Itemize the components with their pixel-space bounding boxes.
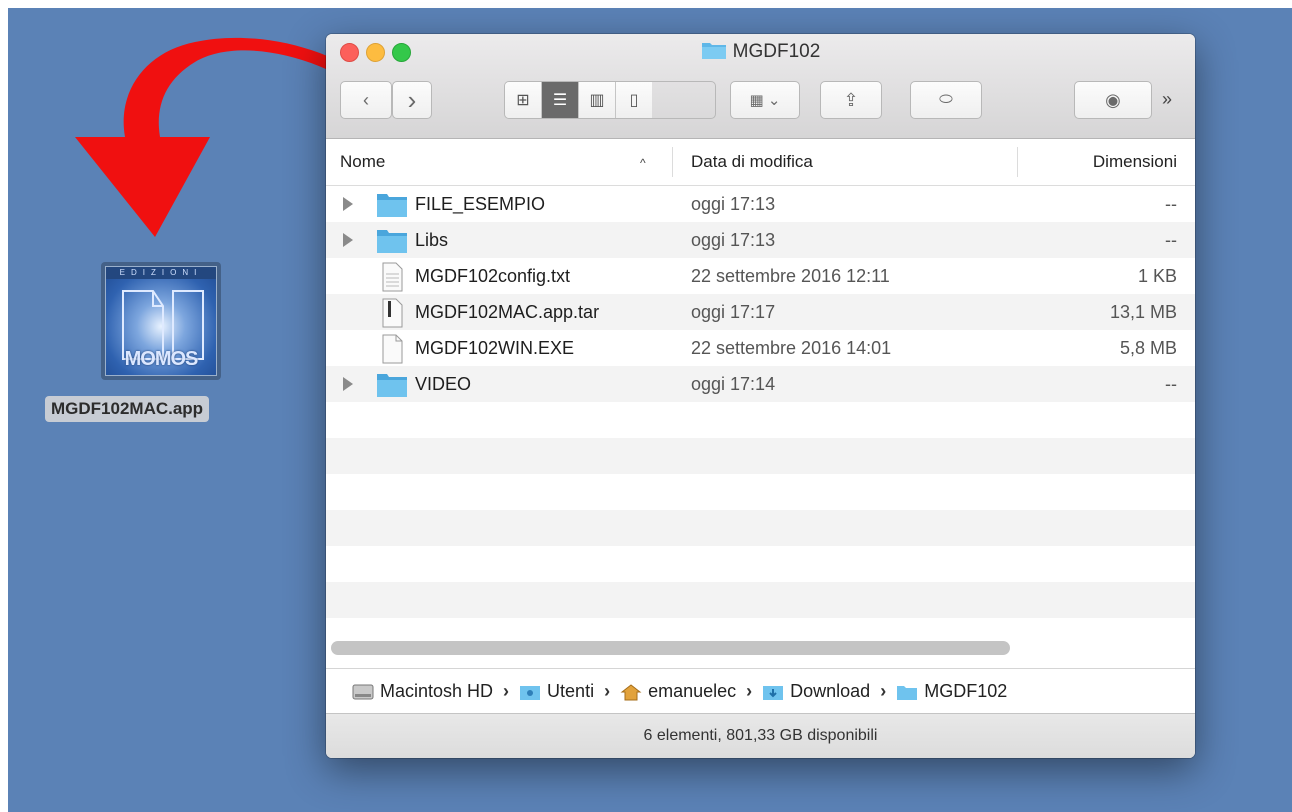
file-row[interactable]: MGDF102MAC.app.tar oggi 17:17 13,1 MB (326, 294, 1195, 330)
forward-button[interactable]: › (392, 81, 432, 119)
file-size: -- (1165, 374, 1177, 394)
app-icon-logo: MOMOS (124, 348, 199, 370)
arrange-button[interactable]: ▦ ⌄ (730, 81, 800, 119)
file-row[interactable]: MGDF102WIN.EXE 22 settembre 2016 14:01 5… (326, 330, 1195, 366)
path-item-download[interactable]: Download (790, 681, 870, 702)
empty-row (326, 546, 1195, 582)
text-file-icon (382, 262, 403, 292)
window-title: MGDF102 (326, 40, 1195, 63)
column-size-header[interactable]: Dimensioni (1093, 152, 1177, 172)
finder-window: MGDF102 ‹ › ⊞ ☰ ▥ ▯ ▦ ⌄ ⇪ ⬭ ◉ » Nome ^ D… (326, 34, 1195, 758)
status-bar: 6 elementi, 801,33 GB disponibili (326, 713, 1195, 758)
list-view-button[interactable]: ☰ (542, 82, 579, 118)
users-folder-icon (520, 685, 541, 700)
column-header: Nome ^ Data di modifica Dimensioni (326, 139, 1195, 186)
file-size: 13,1 MB (1109, 302, 1177, 322)
file-name: VIDEO (415, 374, 472, 394)
file-list: FILE_ESEMPIO oggi 17:13 -- Libs oggi 17:… (326, 186, 1195, 671)
path-item-home[interactable]: emanuelec (648, 681, 736, 702)
file-date: 22 settembre 2016 12:11 (691, 266, 890, 286)
path-item-users[interactable]: Utenti (547, 681, 594, 702)
path-item-current[interactable]: MGDF102 (924, 681, 1007, 702)
file-name: MGDF102config.txt (415, 266, 571, 286)
column-view-button[interactable]: ▥ (579, 82, 616, 118)
file-row[interactable]: MGDF102config.txt 22 settembre 2016 12:1… (326, 258, 1195, 294)
file-date: 22 settembre 2016 14:01 (691, 338, 892, 358)
file-date: oggi 17:13 (691, 230, 776, 250)
coverflow-view-button[interactable]: ▯ (616, 82, 652, 118)
file-date: oggi 17:13 (691, 194, 776, 214)
empty-row (326, 438, 1195, 474)
downloads-folder-icon (763, 685, 784, 700)
folder-icon (377, 230, 407, 253)
file-date: oggi 17:14 (691, 374, 776, 394)
back-button[interactable]: ‹ (340, 81, 392, 119)
file-name: Libs (415, 230, 449, 250)
archive-file-icon (382, 298, 403, 328)
horizontal-scrollbar[interactable] (331, 641, 1010, 655)
hard-drive-icon (352, 684, 374, 699)
path-item-disk[interactable]: Macintosh HD (380, 681, 493, 702)
app-icon-banner: EDIZIONI (106, 267, 216, 279)
toolbar-overflow-icon[interactable]: » (1162, 89, 1172, 110)
file-name: MGDF102WIN.EXE (415, 338, 575, 358)
empty-row (326, 474, 1195, 510)
empty-row (326, 582, 1195, 618)
file-size: 1 KB (1137, 266, 1177, 286)
quicklook-button[interactable]: ◉ (1074, 81, 1152, 119)
file-size: -- (1165, 230, 1177, 250)
file-row[interactable]: VIDEO oggi 17:14 -- (326, 366, 1195, 402)
file-row[interactable]: FILE_ESEMPIO oggi 17:13 -- (326, 186, 1195, 222)
folder-icon (701, 43, 726, 59)
file-name: MGDF102MAC.app.tar (415, 302, 600, 322)
disclosure-triangle-icon[interactable] (343, 197, 353, 211)
folder-icon (897, 685, 918, 700)
icon-view-button[interactable]: ⊞ (505, 82, 542, 118)
empty-row (326, 402, 1195, 438)
column-name-header[interactable]: Nome (340, 152, 385, 172)
home-icon (620, 683, 642, 700)
titlebar: MGDF102 ‹ › ⊞ ☰ ▥ ▯ ▦ ⌄ ⇪ ⬭ ◉ » (326, 34, 1195, 139)
view-mode-segmented-control: ⊞ ☰ ▥ ▯ (504, 81, 716, 119)
sort-ascending-icon: ^ (640, 156, 646, 170)
disclosure-triangle-icon[interactable] (343, 233, 353, 247)
file-date: oggi 17:17 (691, 302, 776, 322)
tag-button[interactable]: ⬭ (910, 81, 982, 119)
app-file-icon[interactable]: EDIZIONI MOMOS (101, 262, 221, 380)
window-title-text: MGDF102 (732, 41, 821, 62)
file-size: 5,8 MB (1119, 338, 1177, 358)
file-size: -- (1165, 194, 1177, 214)
file-row[interactable]: Libs oggi 17:13 -- (326, 222, 1195, 258)
disclosure-triangle-icon[interactable] (343, 377, 353, 391)
folder-icon (377, 194, 407, 217)
path-bar: Macintosh HD › Utenti › emanuelec › Down… (326, 668, 1195, 714)
file-name: FILE_ESEMPIO (415, 194, 546, 214)
app-file-label[interactable]: MGDF102MAC.app (45, 396, 210, 422)
share-button[interactable]: ⇪ (820, 81, 882, 119)
folder-icon (377, 374, 407, 397)
column-date-header[interactable]: Data di modifica (691, 152, 813, 172)
empty-row (326, 510, 1195, 546)
document-icon (382, 334, 403, 364)
